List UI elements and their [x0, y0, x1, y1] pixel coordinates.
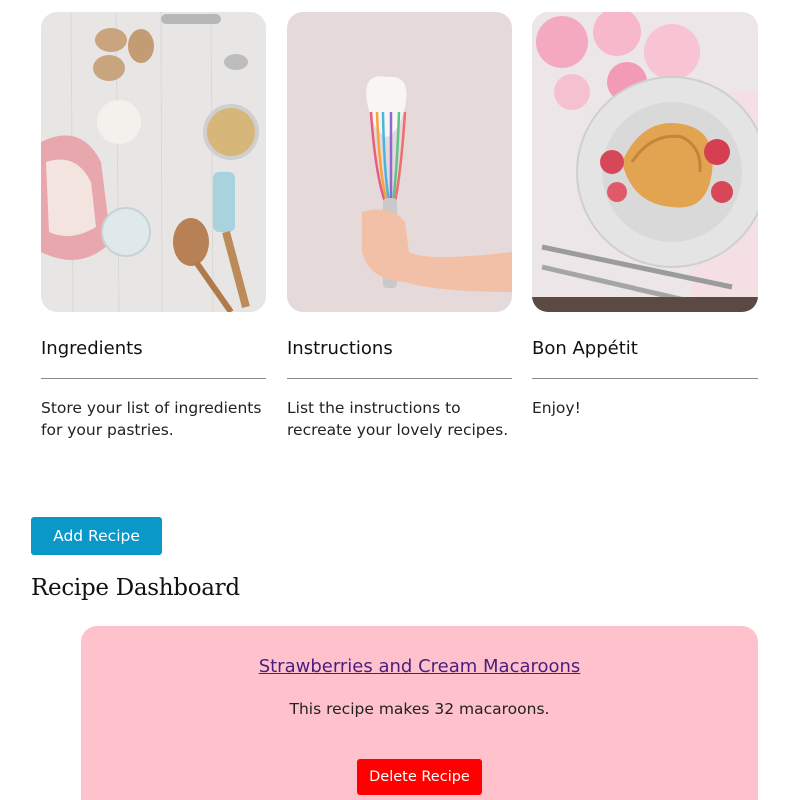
card-description: List the instructions to recreate your l…: [287, 399, 509, 439]
add-recipe-button[interactable]: Add Recipe: [31, 517, 162, 555]
card-ingredients: Ingredients Store your list of ingredien…: [41, 12, 266, 441]
card-bon-appetit: Bon Appétit Enjoy!: [532, 12, 758, 419]
divider: [287, 378, 512, 379]
card-title: Instructions: [287, 338, 393, 359]
dashboard-title: Recipe Dashboard: [31, 575, 240, 601]
ingredients-image: [41, 12, 266, 312]
instructions-image: [287, 12, 512, 312]
divider: [532, 378, 758, 379]
card-description: Store your list of ingredients for your …: [41, 399, 262, 439]
bon-appetit-image: [532, 12, 758, 312]
divider: [41, 378, 266, 379]
card-title: Bon Appétit: [532, 338, 638, 359]
card-instructions: Instructions List the instructions to re…: [287, 12, 512, 441]
card-title: Ingredients: [41, 338, 143, 359]
delete-recipe-button[interactable]: Delete Recipe: [357, 759, 482, 795]
recipe-title-link[interactable]: Strawberries and Cream Macaroons: [81, 656, 758, 677]
recipe-card: Strawberries and Cream Macaroons This re…: [81, 626, 758, 800]
feature-cards: Ingredients Store your list of ingredien…: [41, 12, 758, 452]
card-description: Enjoy!: [532, 399, 581, 417]
recipe-description: This recipe makes 32 macaroons.: [289, 700, 550, 718]
